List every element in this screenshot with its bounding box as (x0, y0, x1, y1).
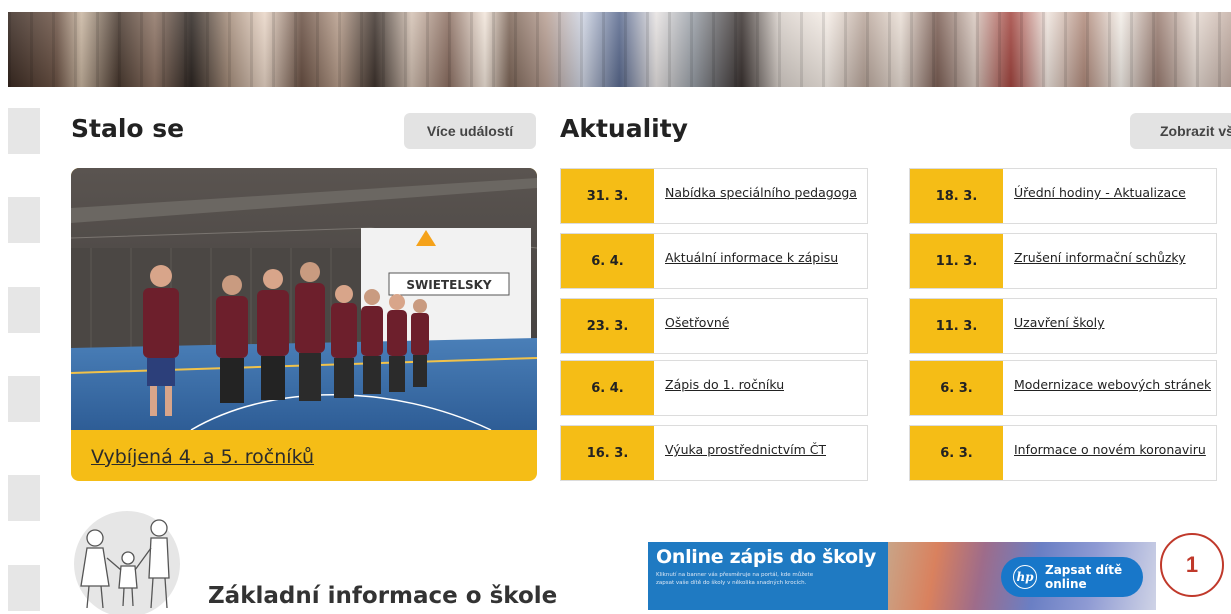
side-tab[interactable] (8, 197, 40, 243)
news-date: 31. 3. (561, 169, 654, 223)
news-date: 11. 3. (910, 299, 1003, 353)
family-illustration (71, 508, 184, 614)
side-tab[interactable] (8, 108, 40, 154)
news-date: 18. 3. (910, 169, 1003, 223)
more-events-button[interactable]: Více událostí (404, 113, 536, 149)
news-date: 16. 3. (561, 426, 654, 480)
news-item[interactable]: 6. 4. Zápis do 1. ročníku (560, 360, 868, 416)
events-heading: Stalo se (71, 114, 185, 143)
annotation-callout-badge: 1 (1160, 533, 1224, 597)
news-date: 6. 4. (561, 234, 654, 288)
news-item[interactable]: 16. 3. Výuka prostřednictvím ČT (560, 425, 868, 481)
news-date: 11. 3. (910, 234, 1003, 288)
news-item[interactable]: 11. 3. Uzavření školy (909, 298, 1217, 354)
show-all-news-button[interactable]: Zobrazit vše (1130, 113, 1231, 149)
news-date: 6. 4. (561, 361, 654, 415)
news-title-link[interactable]: Aktuální informace k zápisu (654, 250, 838, 288)
photo-sign-text: SWIETELSKY (406, 278, 492, 292)
news-date: 23. 3. (561, 299, 654, 353)
news-item[interactable]: 23. 3. Ošetřovné (560, 298, 868, 354)
news-title-link[interactable]: Nabídka speciálního pedagoga (654, 185, 857, 223)
hp-logo-icon: hp (1013, 565, 1037, 589)
featured-event-card[interactable]: SWIETELSKY Vybíjená 4. a 5. ročníků (71, 168, 537, 481)
school-info-heading: Základní informace o škole (208, 583, 558, 609)
news-item[interactable]: 31. 3. Nabídka speciálního pedagoga (560, 168, 868, 224)
registration-banner-title: Online zápis do školy (656, 546, 877, 568)
news-date: 6. 3. (910, 426, 1003, 480)
news-item[interactable]: 6. 3. Informace o novém koronaviru (909, 425, 1217, 481)
side-tab[interactable] (8, 565, 40, 611)
news-date: 6. 3. (910, 361, 1003, 415)
news-title-link[interactable]: Zápis do 1. ročníku (654, 377, 784, 415)
register-button-line-1: Zapsat dítě (1045, 563, 1123, 577)
news-item[interactable]: 6. 3. Modernizace webových stránek (909, 360, 1217, 416)
news-title-link[interactable]: Výuka prostřednictvím ČT (654, 442, 826, 480)
registration-banner-text-area: Online zápis do školy Kliknutí na banner… (648, 542, 888, 610)
news-item[interactable]: 18. 3. Úřední hodiny - Aktualizace (909, 168, 1217, 224)
online-registration-banner[interactable]: Online zápis do školy Kliknutí na banner… (648, 542, 1156, 610)
side-tab[interactable] (8, 376, 40, 422)
register-child-button[interactable]: hp Zapsat dítě online (1001, 557, 1143, 597)
header-photo-banner (8, 12, 1231, 87)
event-photo: SWIETELSKY (71, 168, 537, 430)
news-title-link[interactable]: Ošetřovné (654, 315, 729, 353)
news-title-link[interactable]: Informace o novém koronaviru (1003, 442, 1206, 480)
register-button-line-2: online (1045, 577, 1087, 591)
news-item[interactable]: 6. 4. Aktuální informace k zápisu (560, 233, 868, 289)
news-title-link[interactable]: Uzavření školy (1003, 315, 1105, 353)
news-item[interactable]: 11. 3. Zrušení informační schůzky (909, 233, 1217, 289)
news-title-link[interactable]: Zrušení informační schůzky (1003, 250, 1186, 288)
side-tab[interactable] (8, 475, 40, 521)
side-tab[interactable] (8, 287, 40, 333)
registration-banner-subtitle-1: Kliknutí na banner vás přesměruje na por… (656, 572, 814, 578)
news-heading: Aktuality (560, 114, 688, 143)
featured-event-link[interactable]: Vybíjená 4. a 5. ročníků (91, 446, 314, 468)
news-title-link[interactable]: Modernizace webových stránek (1003, 377, 1211, 415)
registration-banner-subtitle-2: zapsat vaše dítě do školy v několika sna… (656, 580, 807, 586)
news-title-link[interactable]: Úřední hodiny - Aktualizace (1003, 185, 1186, 223)
